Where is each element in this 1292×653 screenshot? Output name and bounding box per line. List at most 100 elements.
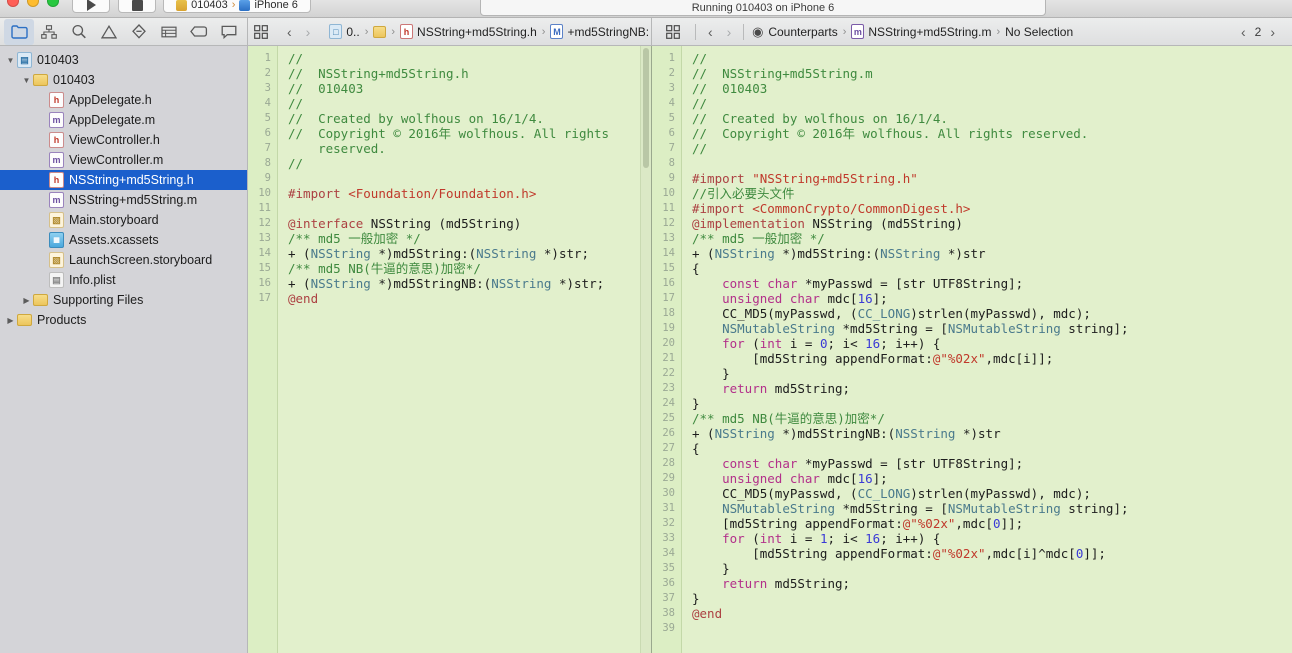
primary-editor-code[interactable]: //// NSString+md5String.h// 010403//// C…	[278, 46, 651, 653]
code-line[interactable]: CC_MD5(myPasswd, (CC_LONG)strlen(myPassw…	[692, 486, 1292, 501]
code-line[interactable]: // 010403	[692, 81, 1292, 96]
issue-navigator-icon[interactable]	[94, 19, 124, 45]
code-line[interactable]: }	[692, 591, 1292, 606]
left-forward-button[interactable]: ›	[301, 24, 316, 40]
symbol-navigator-icon[interactable]	[34, 19, 64, 45]
sidebar-item-main-storyboard[interactable]: ▧ Main.storyboard	[0, 210, 247, 230]
code-line[interactable]: // Copyright © 2016年 wolfhous. All right…	[288, 126, 651, 156]
related-items-icon[interactable]	[658, 19, 688, 45]
sidebar-item-products[interactable]: Products	[0, 310, 247, 330]
code-line[interactable]	[288, 306, 651, 321]
close-window-button[interactable]	[7, 0, 19, 7]
code-line[interactable]: //引入必要头文件	[692, 186, 1292, 201]
code-line[interactable]: + (NSString *)md5StringNB:(NSString *)st…	[288, 276, 651, 291]
run-button[interactable]	[72, 0, 110, 13]
sidebar-item-info-plist[interactable]: ▤ Info.plist	[0, 270, 247, 290]
code-line[interactable]: // 010403	[288, 81, 651, 96]
code-line[interactable]	[692, 621, 1292, 636]
code-line[interactable]: //	[692, 96, 1292, 111]
sidebar-item-010403[interactable]: ▤ 010403	[0, 50, 247, 70]
related-items-icon[interactable]	[254, 19, 268, 45]
code-line[interactable]: for (int i = 0; i< 16; i++) {	[692, 336, 1292, 351]
code-line[interactable]: #import "NSString+md5String.h"	[692, 171, 1292, 186]
code-line[interactable]: #import <CommonCrypto/CommonDigest.h>	[692, 201, 1292, 216]
test-navigator-icon[interactable]	[124, 19, 154, 45]
breakpoint-navigator-icon[interactable]	[184, 19, 214, 45]
sidebar-item-launchscreen-storyboard[interactable]: ▧ LaunchScreen.storyboard	[0, 250, 247, 270]
left-back-button[interactable]: ‹	[282, 24, 297, 40]
code-line[interactable]: const char *myPasswd = [str UTF8String];	[692, 276, 1292, 291]
code-line[interactable]: @end	[692, 606, 1292, 621]
project-navigator-icon[interactable]	[4, 18, 34, 45]
sidebar-item-supporting-files[interactable]: Supporting Files	[0, 290, 247, 310]
scrollbar-thumb[interactable]	[643, 48, 649, 168]
disclosure-triangle-icon[interactable]	[20, 76, 33, 85]
code-line[interactable]: /** md5 一般加密 */	[692, 231, 1292, 246]
right-back-button[interactable]: ‹	[703, 24, 718, 40]
code-line[interactable]: }	[692, 396, 1292, 411]
code-line[interactable]: @end	[288, 291, 651, 306]
sidebar-item-appdelegate-h[interactable]: h AppDelegate.h	[0, 90, 247, 110]
code-line[interactable]: /** md5 NB(牛逼的意思)加密*/	[288, 261, 651, 276]
sidebar-item-viewcontroller-m[interactable]: m ViewController.m	[0, 150, 247, 170]
code-line[interactable]: NSMutableString *md5String = [NSMutableS…	[692, 321, 1292, 336]
minimize-window-button[interactable]	[27, 0, 39, 7]
code-line[interactable]: /** md5 一般加密 */	[288, 231, 651, 246]
scheme-selector[interactable]: 010403 › iPhone 6	[163, 0, 311, 13]
pager-prev-button[interactable]: ‹	[1236, 24, 1251, 40]
right-crumb-file[interactable]: m NSString+md5String.m	[851, 24, 991, 39]
code-line[interactable]: //	[692, 51, 1292, 66]
project-navigator[interactable]: ▤ 010403 010403 h AppDelegate.h m AppDelegate.…	[0, 46, 248, 653]
code-line[interactable]: #import <Foundation/Foundation.h>	[288, 186, 651, 201]
sidebar-item-assets-xcassets[interactable]: ▦ Assets.xcassets	[0, 230, 247, 250]
sidebar-item-viewcontroller-h[interactable]: h ViewController.h	[0, 130, 247, 150]
code-line[interactable]: {	[692, 441, 1292, 456]
code-line[interactable]	[692, 156, 1292, 171]
sidebar-item-appdelegate-m[interactable]: m AppDelegate.m	[0, 110, 247, 130]
sidebar-item-nsstring-md5string-m[interactable]: m NSString+md5String.m	[0, 190, 247, 210]
zoom-window-button[interactable]	[47, 0, 59, 7]
left-crumb-file[interactable]: h NSString+md5String.h	[400, 24, 537, 39]
code-line[interactable]: // NSString+md5String.m	[692, 66, 1292, 81]
right-crumb-counterparts[interactable]: ◉ Counterparts	[751, 24, 838, 39]
code-line[interactable]: //	[288, 156, 651, 171]
code-line[interactable]	[288, 171, 651, 186]
disclosure-triangle-icon[interactable]	[4, 316, 17, 325]
code-line[interactable]: // Copyright © 2016年 wolfhous. All right…	[692, 126, 1292, 141]
code-line[interactable]: return md5String;	[692, 381, 1292, 396]
code-line[interactable]: for (int i = 1; i< 16; i++) {	[692, 531, 1292, 546]
code-line[interactable]: }	[692, 561, 1292, 576]
assistant-editor-scroll-area[interactable]: 1 2 3 4 5 6 7 8 9 10 11 12 13 14 15 16 17 18 19 20 21 22 23 24 2…	[652, 46, 1292, 653]
assistant-editor-code[interactable]: //// NSString+md5String.m// 010403//// C…	[682, 46, 1292, 653]
left-crumb-folder[interactable]	[373, 25, 387, 38]
assistant-editor[interactable]: 1 2 3 4 5 6 7 8 9 10 11 12 13 14 15 16 17 18 19 20 21 22 23 24 2…	[652, 46, 1292, 653]
code-line[interactable]	[288, 201, 651, 216]
code-line[interactable]: //	[288, 96, 651, 111]
code-line[interactable]: [md5String appendFormat:@"%02x",mdc[i]^m…	[692, 546, 1292, 561]
left-crumb-symbol[interactable]: M +md5StringNB:	[550, 24, 649, 39]
code-line[interactable]: unsigned char mdc[16];	[692, 291, 1292, 306]
find-navigator-icon[interactable]	[64, 19, 94, 45]
stop-button[interactable]	[118, 0, 156, 13]
code-line[interactable]: @interface NSString (md5String)	[288, 216, 651, 231]
code-line[interactable]: //	[288, 51, 651, 66]
primary-editor[interactable]: 1 2 3 4 5 6 7 8 9 10 11 12 13 14 15 16 17 //// NSString+…	[248, 46, 652, 653]
code-line[interactable]: // Created by wolfhous on 16/1/4.	[288, 111, 651, 126]
code-line[interactable]: + (NSString *)md5String:(NSString *)str	[692, 246, 1292, 261]
primary-editor-scroll-area[interactable]: 1 2 3 4 5 6 7 8 9 10 11 12 13 14 15 16 17 //// NSString+…	[248, 46, 651, 653]
code-line[interactable]: // NSString+md5String.h	[288, 66, 651, 81]
code-line[interactable]: @implementation NSString (md5String)	[692, 216, 1292, 231]
code-line[interactable]: NSMutableString *md5String = [NSMutableS…	[692, 501, 1292, 516]
code-line[interactable]: {	[692, 261, 1292, 276]
code-line[interactable]: + (NSString *)md5StringNB:(NSString *)st…	[692, 426, 1292, 441]
report-navigator-icon[interactable]	[214, 19, 244, 45]
debug-navigator-icon[interactable]	[154, 19, 184, 45]
code-line[interactable]: [md5String appendFormat:@"%02x",mdc[i]];	[692, 351, 1292, 366]
disclosure-triangle-icon[interactable]	[20, 296, 33, 305]
code-line[interactable]: + (NSString *)md5String:(NSString *)str;	[288, 246, 651, 261]
right-forward-button[interactable]: ›	[722, 24, 737, 40]
code-line[interactable]: CC_MD5(myPasswd, (CC_LONG)strlen(myPassw…	[692, 306, 1292, 321]
code-line[interactable]: //	[692, 141, 1292, 156]
pager-next-button[interactable]: ›	[1265, 24, 1280, 40]
primary-editor-scrollbar[interactable]	[640, 46, 651, 653]
